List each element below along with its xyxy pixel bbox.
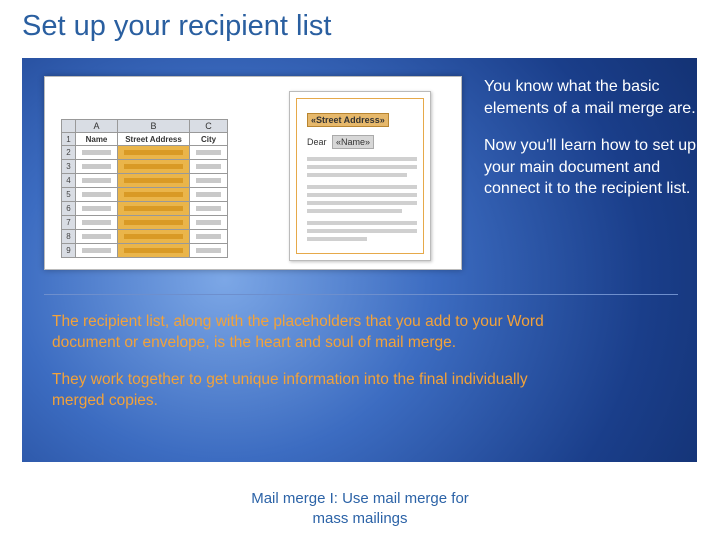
row-header: 7 [62,216,76,230]
row-header: 3 [62,160,76,174]
document-graphic: «Street Address» Dear «Name» [289,91,431,261]
slide-title: Set up your recipient list [22,10,331,43]
row-header: 5 [62,188,76,202]
side-para-2: Now you'll learn how to set up your main… [484,135,698,200]
col-header: A [76,120,118,133]
slide: Set up your recipient list A B C 1 Name … [0,0,720,540]
field-header: Name [76,133,118,146]
side-text: You know what the basic elements of a ma… [484,76,698,216]
field-header: City [190,133,228,146]
body-para-2: They work together to get unique informa… [52,370,572,412]
merge-field-name: «Name» [332,135,374,149]
side-para-1: You know what the basic elements of a ma… [484,76,698,119]
divider [44,294,678,295]
row-header: 2 [62,146,76,160]
row-header: 9 [62,244,76,258]
illustration: A B C 1 Name Street Address City 2 3 4 5… [44,76,462,270]
col-header: B [118,120,190,133]
dear-label: Dear [307,137,327,147]
footer: Mail merge I: Use mail merge for mass ma… [0,489,720,528]
footer-line-2: mass mailings [312,510,407,527]
body-text: The recipient list, along with the place… [52,312,572,428]
footer-line-1: Mail merge I: Use mail merge for [251,490,469,507]
spreadsheet-graphic: A B C 1 Name Street Address City 2 3 4 5… [61,119,228,258]
row-header: 4 [62,174,76,188]
merge-field-street: «Street Address» [307,113,389,127]
content-panel: A B C 1 Name Street Address City 2 3 4 5… [22,58,697,462]
field-header: Street Address [118,133,190,146]
row-header: 6 [62,202,76,216]
row-header: 1 [62,133,76,146]
body-para-1: The recipient list, along with the place… [52,312,572,354]
col-header: C [190,120,228,133]
row-header: 8 [62,230,76,244]
